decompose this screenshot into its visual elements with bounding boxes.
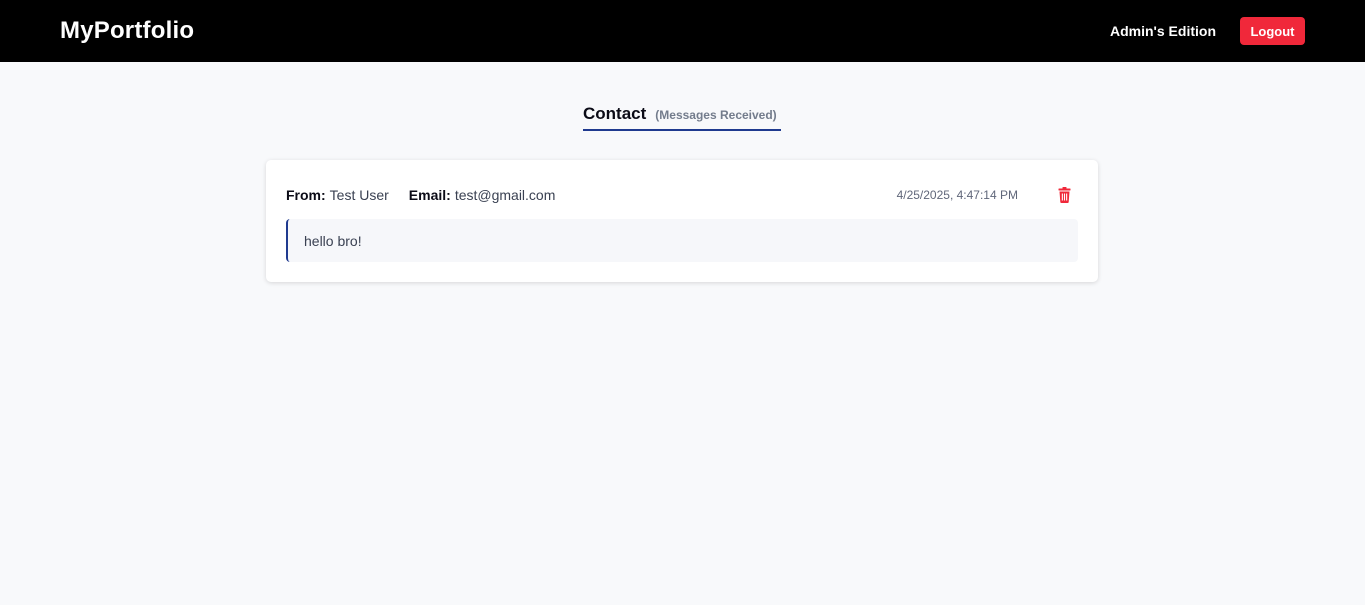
trash-icon (1058, 187, 1070, 203)
page-subtitle: (Messages Received) (655, 108, 777, 122)
brand-logo[interactable]: MyPortfolio (60, 17, 194, 45)
delete-message-button[interactable] (1056, 186, 1072, 204)
email-label: Email: (408, 187, 451, 203)
from-value: Test User (329, 187, 389, 203)
section-heading: Contact (Messages Received) (583, 104, 781, 131)
message-timestamp: 4/25/2025, 4:47:14 PM (896, 188, 1018, 202)
page-title: Contact (583, 104, 647, 123)
message-card: From: Test User Email: test@gmail.com 4/… (266, 160, 1098, 282)
logout-button[interactable]: Logout (1240, 17, 1305, 45)
message-meta: From: Test User Email: test@gmail.com 4/… (286, 185, 1078, 205)
navbar-right: Admin's Edition Logout (1110, 17, 1305, 45)
message-body: hello bro! (286, 219, 1078, 262)
email-value: test@gmail.com (454, 187, 556, 203)
edition-label: Admin's Edition (1110, 23, 1216, 39)
from-label: From: (286, 187, 326, 203)
navbar: MyPortfolio Admin's Edition Logout (0, 0, 1365, 62)
